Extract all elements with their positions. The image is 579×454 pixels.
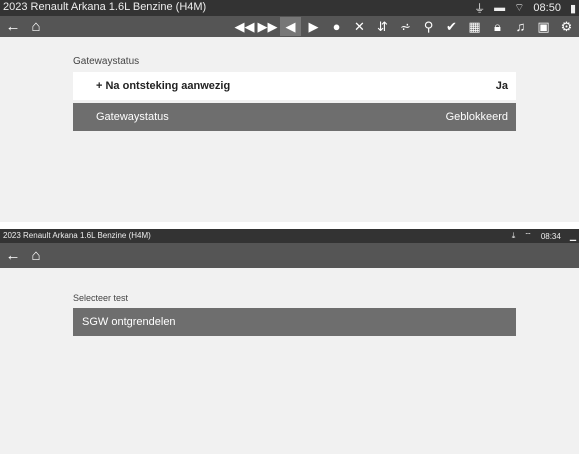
toolbar: ← ⌂ (0, 243, 579, 268)
section-label: Selecteer test (73, 293, 129, 303)
list-item: + Na ontsteking aanwezig Ja (73, 72, 516, 100)
battery-small-icon: ▬ (494, 2, 506, 14)
battery-icon: ▮ (569, 2, 576, 15)
zoom-icon[interactable]: ⚲ (418, 17, 439, 36)
gear-icon[interactable]: ⚙ (556, 17, 577, 36)
home-icon[interactable]: ⌂ (27, 18, 45, 36)
clock-time: 08:34 (540, 231, 561, 241)
status-icons: ⏚ ▬ ⌔ 08:50 ▮ (474, 0, 576, 16)
back-arrow-icon[interactable]: ← (4, 247, 22, 265)
row-label: Gatewaystatus (96, 111, 169, 123)
screen-select-test: 2023 Renault Arkana 1.6L Benzine (H4M) ⤓… (0, 229, 579, 454)
back-arrow-icon[interactable]: ← (4, 18, 22, 36)
clock-time: 08:50 (533, 2, 561, 14)
save-icon[interactable]: ▣ (533, 17, 554, 36)
wifi-icon: ⌔ (524, 231, 532, 240)
row-value: Ja (495, 80, 508, 92)
clear-icon[interactable]: ✕ (349, 17, 370, 36)
home-icon[interactable]: ⌂ (27, 247, 45, 265)
sgw-unlock-test-button[interactable]: SGW ontgrendelen (73, 308, 516, 336)
status-bar: 2023 Renault Arkana 1.6L Benzine (H4M) ⤓… (0, 229, 579, 243)
fast-forward-icon[interactable]: ▶▶ (257, 17, 278, 36)
row-value: Geblokkeerd (445, 111, 508, 123)
wifi-icon: ⌔ (514, 2, 525, 14)
fast-rewind-icon[interactable]: ◀◀ (234, 17, 255, 36)
checklist-icon[interactable]: ✔ (441, 17, 462, 36)
vehicle-title: 2023 Renault Arkana 1.6L Benzine (H4M) (3, 1, 207, 13)
status-icons: ⤓ ⌔ 08:34 ▁ (512, 229, 576, 243)
record-icon[interactable]: ● (326, 17, 347, 36)
settings-sliders-icon[interactable]: ▦ (464, 17, 485, 36)
usb-icon: ⏚ (474, 3, 486, 15)
row-label: + Na ontsteking aanwezig (96, 80, 231, 92)
notification-bell-icon[interactable]: ♫ (510, 17, 531, 36)
battery-icon: ▁ (569, 231, 576, 241)
toolbar: ← ⌂ ◀◀ ▶▶ ◀ ▶ ● ✕ ⇵ ⩫ ⚲ ✔ ▦ 🔒︎ ♫ ▣ ⚙ (0, 16, 579, 37)
section-label: Gatewaystatus (73, 56, 140, 67)
screen-gateway-status: 2023 Renault Arkana 1.6L Benzine (H4M) ⏚… (0, 0, 579, 222)
status-bar: 2023 Renault Arkana 1.6L Benzine (H4M) ⏚… (0, 0, 579, 16)
graph-mode-icon[interactable]: ⇵ (372, 17, 393, 36)
step-back-icon[interactable]: ◀ (280, 17, 301, 36)
step-forward-icon[interactable]: ▶ (303, 17, 324, 36)
list-item: Gatewaystatus Geblokkeerd (73, 103, 516, 131)
download-icon: ⤓ (511, 231, 516, 240)
lock-icon[interactable]: 🔒︎ (487, 17, 508, 36)
chart-icon[interactable]: ⩫ (395, 17, 416, 36)
vehicle-title: 2023 Renault Arkana 1.6L Benzine (H4M) (3, 231, 151, 240)
